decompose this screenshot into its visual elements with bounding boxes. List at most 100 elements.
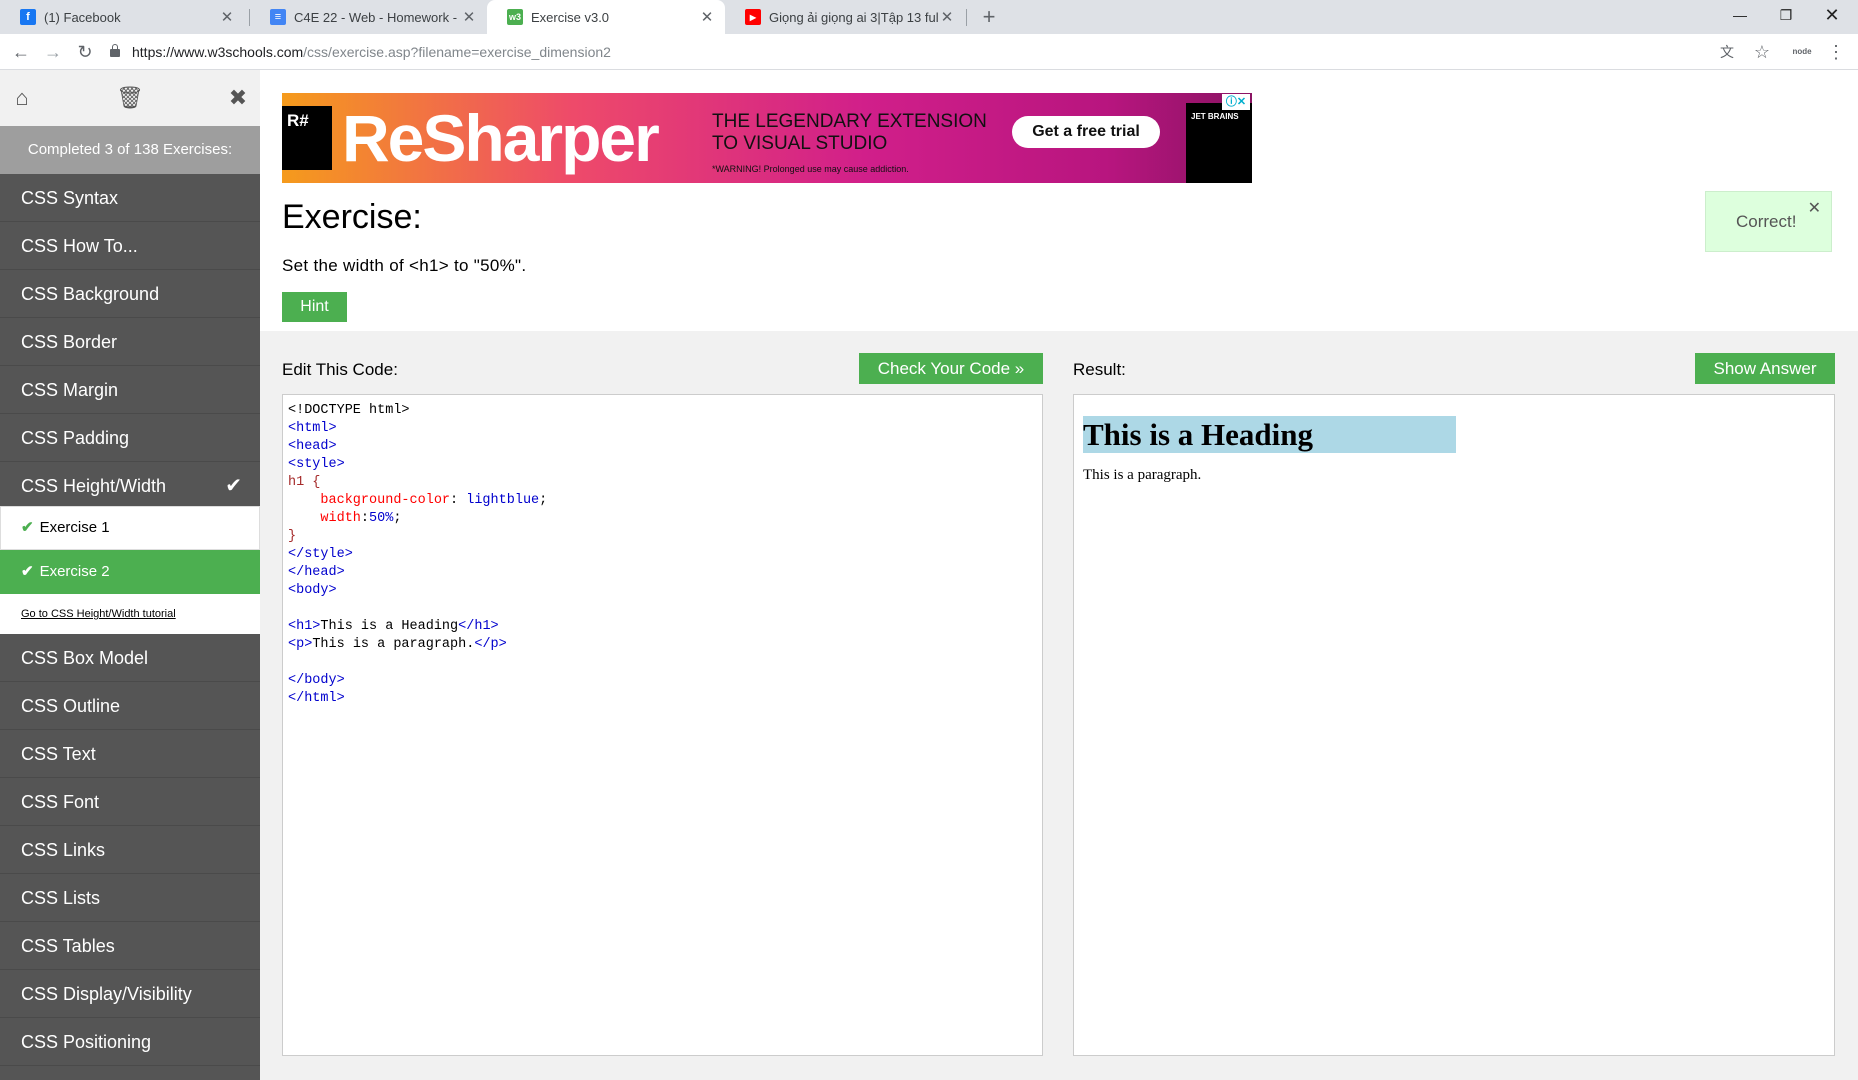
home-icon[interactable]: ⌂: [8, 84, 36, 112]
ad-choices-close-icon[interactable]: ⓘ✕: [1222, 94, 1250, 110]
url-host: https://www.w3schools.com: [132, 44, 304, 60]
sidebar-item-css-height-width[interactable]: CSS Height/Width ✔: [0, 462, 260, 510]
sidebar-subitem-exercise-1[interactable]: ✔ Exercise 1: [0, 506, 260, 550]
code-selector: h1 {: [288, 475, 321, 490]
ad-headline: THE LEGENDARY EXTENSION TO VISUAL STUDIO: [712, 111, 987, 154]
tab-exercise[interactable]: w3 Exercise v3.0 ✕: [487, 0, 725, 34]
code-property: width: [320, 511, 361, 526]
sidebar-item-label: CSS Border: [21, 332, 118, 352]
check-code-button[interactable]: Check Your Code »: [859, 353, 1043, 384]
close-tab-icon[interactable]: ✕: [219, 8, 235, 26]
resharper-logo: R#: [282, 106, 332, 170]
checkmark-icon: ✔: [21, 519, 34, 536]
sidebar-subitem-exercise-2[interactable]: ✔ Exercise 2: [0, 550, 260, 594]
new-tab-icon[interactable]: +: [975, 3, 1003, 31]
sidebar-item-label: CSS Lists: [21, 888, 101, 908]
subitem-label: Exercise 1: [39, 519, 110, 536]
sidebar-item-css-syntax[interactable]: CSS Syntax: [0, 174, 260, 222]
code-editor[interactable]: <!DOCTYPE html> <html> <head> <style> h1…: [282, 394, 1043, 1056]
google-docs-icon: ≡: [270, 9, 286, 25]
sidebar-item-label: CSS Display/Visibility: [21, 984, 192, 1004]
code-value: lightblue: [466, 493, 540, 508]
sidebar-toolbar: ⌂ 🗑 ✖: [0, 70, 260, 126]
tab-facebook[interactable]: f (1) Facebook ✕: [0, 0, 245, 34]
sidebar-item-css-text[interactable]: CSS Text: [0, 730, 260, 778]
code-tag: <style>: [288, 457, 345, 472]
sidebar-item-css-margin[interactable]: CSS Margin: [0, 366, 260, 414]
w3schools-icon: w3: [507, 9, 523, 25]
code-brace: }: [288, 529, 297, 544]
forward-icon[interactable]: →: [39, 38, 67, 66]
facebook-icon: f: [20, 9, 36, 25]
code-tag: <html>: [288, 421, 337, 436]
sidebar-item-css-font[interactable]: CSS Font: [0, 778, 260, 826]
sidebar-item-label: CSS Background: [21, 284, 160, 304]
code-text: This is a paragraph.: [312, 637, 475, 652]
code-property: background-color: [320, 493, 451, 508]
translate-icon[interactable]: 文: [1713, 38, 1741, 66]
code-tag: <head>: [288, 439, 337, 454]
bookmark-star-icon[interactable]: ☆: [1748, 38, 1776, 66]
sidebar-item-label: CSS Syntax: [21, 188, 119, 208]
tab-title: C4E 22 - Web - Homework - Ses: [294, 9, 461, 25]
restore-icon[interactable]: ❐: [1763, 0, 1809, 30]
sidebar-item-css-how-to[interactable]: CSS How To...: [0, 222, 260, 270]
trash-icon[interactable]: 🗑: [116, 84, 144, 112]
sidebar-item-css-outline[interactable]: CSS Outline: [0, 682, 260, 730]
tutorial-link[interactable]: Go to CSS Height/Width tutorial: [0, 594, 260, 634]
sidebar-item-label: CSS How To...: [21, 236, 138, 256]
show-answer-button[interactable]: Show Answer: [1695, 353, 1835, 384]
close-window-icon[interactable]: ✕: [1809, 0, 1855, 30]
close-tab-icon[interactable]: ✕: [461, 8, 477, 26]
hint-button[interactable]: Hint: [282, 292, 347, 322]
sidebar-item-css-border[interactable]: CSS Border: [0, 318, 260, 366]
tab-divider: [966, 9, 967, 26]
lock-icon: [110, 44, 120, 57]
sidebar-item-css-tables[interactable]: CSS Tables: [0, 922, 260, 970]
ad-warning: *WARNING! Prolonged use may cause addict…: [712, 164, 909, 174]
close-icon[interactable]: ✕: [1808, 198, 1821, 218]
address-bar[interactable]: https://www.w3schools.com/css/exercise.a…: [110, 38, 611, 66]
completed-count: Completed 3 of 138 Exercises:: [0, 126, 260, 174]
subitem-label: Exercise 2: [39, 563, 110, 580]
tab-youtube[interactable]: ▶ Giọng ải giọng ai 3|Tập 13 full: N ✕: [725, 0, 965, 34]
close-tab-icon[interactable]: ✕: [939, 8, 955, 26]
sidebar-item-css-lists[interactable]: CSS Lists: [0, 874, 260, 922]
checkmark-icon: ✔: [21, 563, 34, 580]
sidebar-item-label: CSS Links: [21, 840, 106, 860]
reload-icon[interactable]: ↻: [71, 38, 99, 66]
correct-notification: Correct! ✕: [1705, 191, 1832, 252]
close-icon[interactable]: ✖: [224, 84, 252, 112]
extension-icon[interactable]: node: [1788, 38, 1816, 66]
menu-kebab-icon[interactable]: ⋮: [1822, 38, 1850, 66]
sidebar-item-label: CSS Padding: [21, 428, 130, 448]
sidebar-item-css-padding[interactable]: CSS Padding: [0, 414, 260, 462]
sidebar-item-label: CSS Outline: [21, 696, 121, 716]
code-value: 50%: [369, 511, 394, 526]
browser-tab-bar: f (1) Facebook ✕ ≡ C4E 22 - Web - Homewo…: [0, 0, 1858, 34]
code-tag: <body>: [288, 583, 337, 598]
code-tag: </h1>: [458, 619, 499, 634]
sidebar-item-css-links[interactable]: CSS Links: [0, 826, 260, 874]
sidebar-item-css-background[interactable]: CSS Background: [0, 270, 260, 318]
sidebar-item-label: CSS Positioning: [21, 1032, 152, 1052]
sidebar-item-css-positioning[interactable]: CSS Positioning: [0, 1018, 260, 1066]
tab-title: Giọng ải giọng ai 3|Tập 13 full: N: [769, 9, 939, 25]
minimize-icon[interactable]: —: [1717, 0, 1763, 30]
sidebar-item-css-display-visibility[interactable]: CSS Display/Visibility: [0, 970, 260, 1018]
ad-banner[interactable]: R# ReSharper THE LEGENDARY EXTENSION TO …: [282, 93, 1252, 183]
url-path: /css/exercise.asp?filename=exercise_dime…: [303, 44, 611, 60]
close-tab-icon[interactable]: ✕: [699, 8, 715, 26]
result-label: Result:: [1073, 360, 1126, 379]
back-icon[interactable]: ←: [7, 38, 35, 66]
checkmark-icon: ✔: [225, 475, 242, 497]
exercise-sidebar: ⌂ 🗑 ✖ Completed 3 of 138 Exercises: CSS …: [0, 70, 260, 1080]
sidebar-item-label: CSS Margin: [21, 380, 119, 400]
tab-title: (1) Facebook: [44, 9, 121, 25]
sidebar-item-label: CSS Box Model: [21, 648, 149, 668]
tab-google-docs[interactable]: ≡ C4E 22 - Web - Homework - Ses ✕: [250, 0, 487, 34]
exercise-title: Exercise:: [282, 198, 422, 236]
sidebar-item-css-box-model[interactable]: CSS Box Model: [0, 634, 260, 682]
ad-cta-button[interactable]: Get a free trial: [1012, 116, 1160, 148]
code-tag: </html>: [288, 691, 345, 706]
